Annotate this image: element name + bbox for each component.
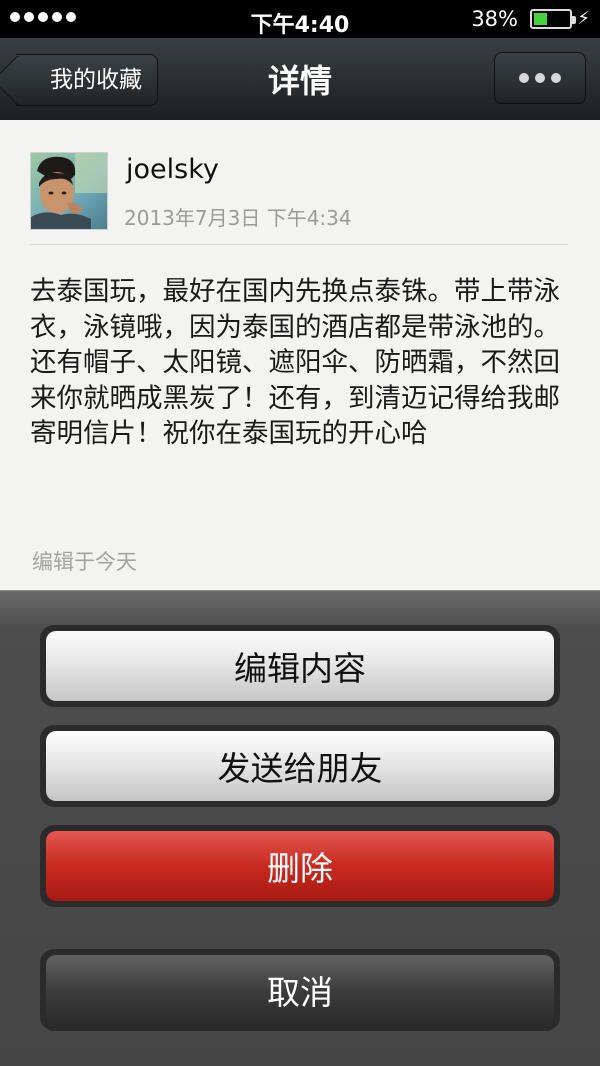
avatar[interactable] (30, 152, 108, 230)
favorite-detail: joelsky 2013年7月3日 下午4:34 去泰国玩，最好在国内先换点泰铢… (0, 120, 600, 590)
action-sheet: 编辑内容 发送给朋友 删除 取消 (0, 590, 600, 1066)
more-dots-icon (519, 73, 529, 83)
delete-label: 删除 (46, 831, 554, 901)
divider (30, 244, 568, 245)
navigation-bar: 我的收藏 详情 (0, 38, 600, 121)
send-to-friend-button[interactable]: 发送给朋友 (40, 725, 560, 807)
cancel-button[interactable]: 取消 (40, 949, 560, 1031)
edited-note: 编辑于今天 (32, 550, 137, 574)
username: joelsky (126, 154, 219, 185)
battery-level-fill (534, 13, 547, 25)
battery-percent: 38% (471, 7, 518, 31)
more-button[interactable] (494, 52, 586, 104)
lightning-icon: ⚡ (577, 8, 590, 29)
delete-button[interactable]: 删除 (40, 825, 560, 907)
status-bar: 下午4:40 38% ⚡ (0, 0, 600, 38)
edit-content-button[interactable]: 编辑内容 (40, 625, 560, 707)
edit-content-label: 编辑内容 (46, 631, 554, 701)
cancel-label: 取消 (46, 955, 554, 1025)
post-timestamp: 2013年7月3日 下午4:34 (124, 206, 352, 230)
battery-icon (530, 9, 576, 29)
send-to-friend-label: 发送给朋友 (46, 731, 554, 801)
post-text: 去泰国玩，最好在国内先换点泰铢。带上带泳衣，泳镜哦，因为泰国的酒店都是带泳池的。… (30, 276, 560, 449)
